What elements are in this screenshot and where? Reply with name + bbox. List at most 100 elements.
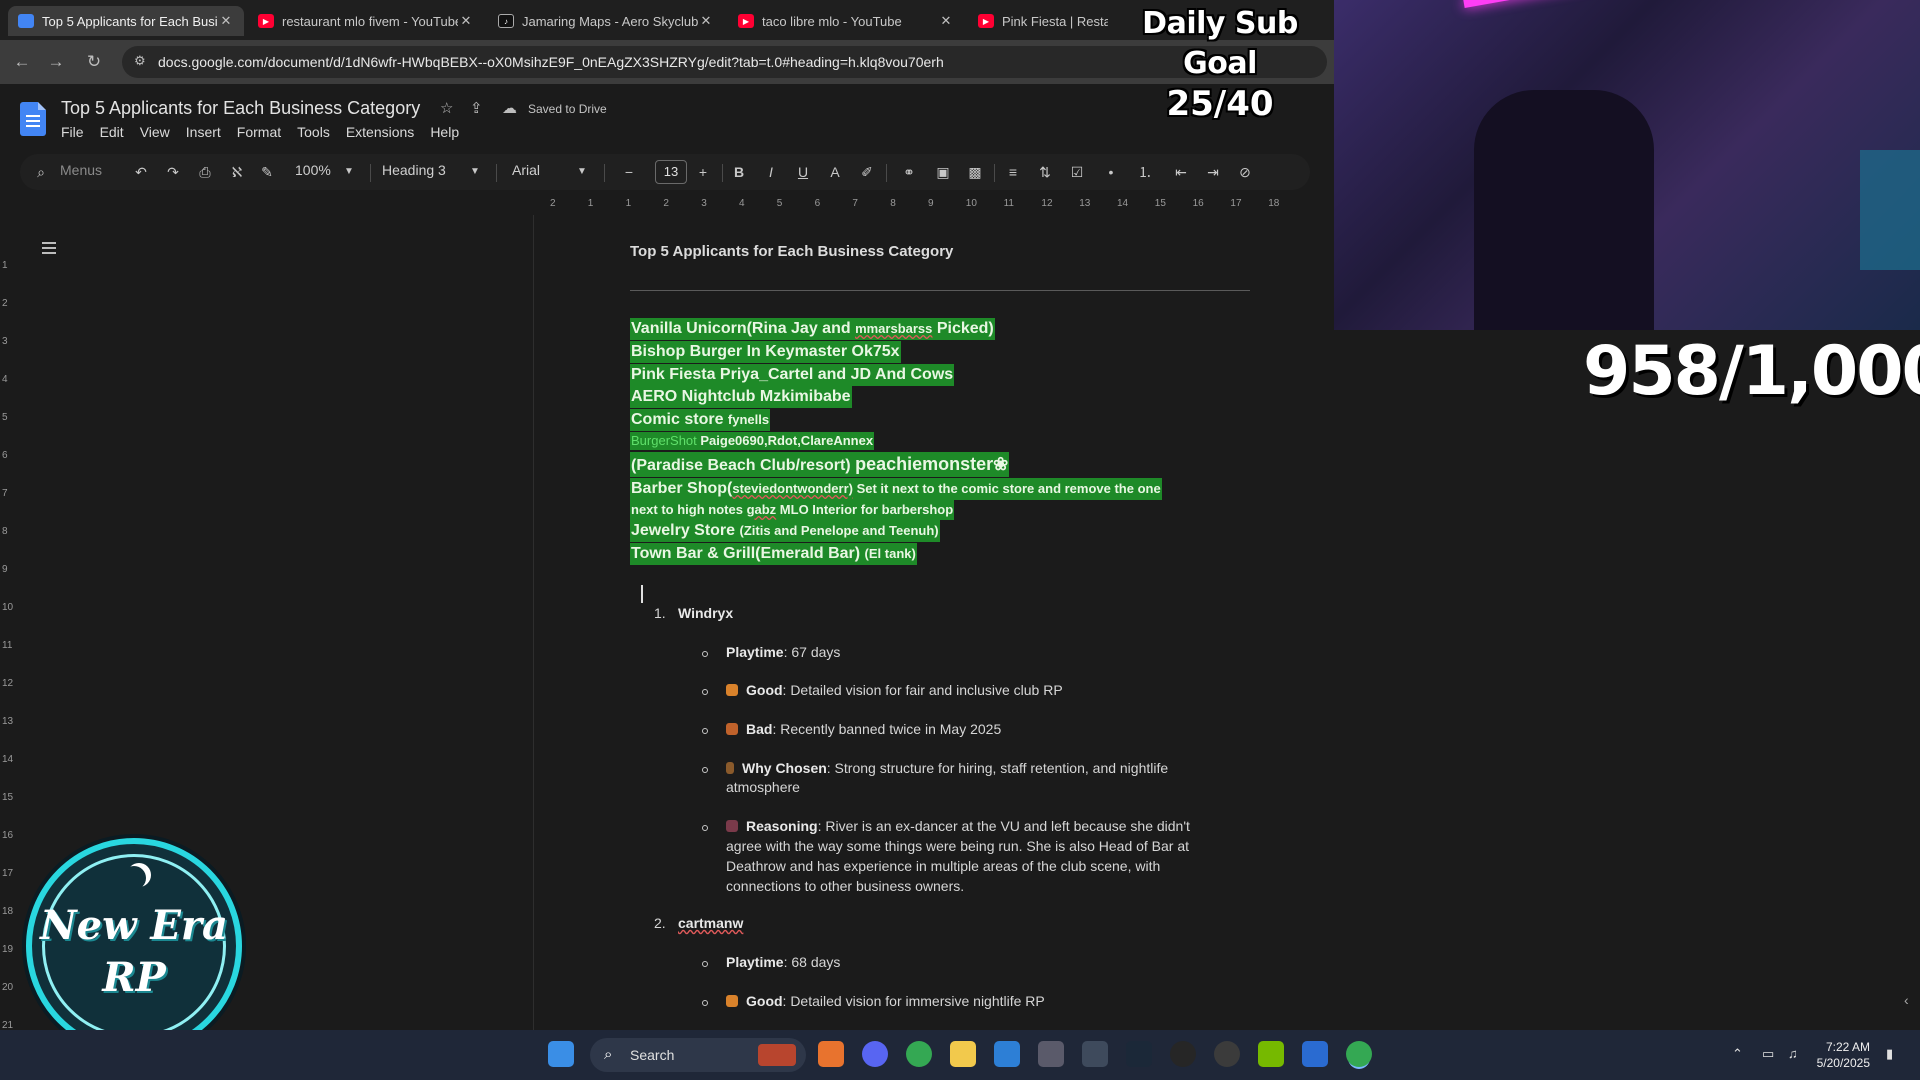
underline-icon[interactable]: U: [794, 163, 812, 181]
steam-icon[interactable]: [1126, 1041, 1152, 1067]
ruler-number: 8: [2, 526, 8, 537]
comment-icon[interactable]: ▣: [934, 163, 952, 181]
chevron-left-icon[interactable]: ‹: [1904, 992, 1909, 1008]
star-icon[interactable]: ☆: [440, 99, 453, 117]
list-item: Playtime: 67 days: [726, 644, 841, 660]
italic-icon[interactable]: I: [762, 163, 780, 181]
decrease-font-size-icon[interactable]: −: [620, 163, 638, 181]
highlight-icon[interactable]: ✐: [858, 163, 876, 181]
decrease-indent-icon[interactable]: ⇤: [1172, 163, 1190, 181]
tab-aero-skyclub[interactable]: ♪ Jamaring Maps - Aero Skyclub ✕: [488, 6, 724, 36]
undo-icon[interactable]: ↶: [132, 163, 150, 181]
menu-edit[interactable]: Edit: [100, 124, 124, 140]
reload-icon[interactable]: ↻: [82, 50, 106, 74]
google-docs-icon: [18, 14, 34, 28]
list-number: 1.: [654, 605, 666, 621]
chevron-down-icon[interactable]: ▼: [340, 163, 358, 181]
ruler-number: 9: [2, 564, 8, 575]
volume-icon[interactable]: ♫: [1788, 1046, 1798, 1061]
clear-formatting-icon[interactable]: ⊘: [1236, 163, 1254, 181]
horizontal-rule: [630, 290, 1250, 291]
app-icon[interactable]: [1302, 1041, 1328, 1067]
app-icon[interactable]: [818, 1041, 844, 1067]
discord-icon[interactable]: [862, 1041, 888, 1067]
notification-icon[interactable]: ▮: [1886, 1046, 1893, 1062]
app-icon[interactable]: [1038, 1041, 1064, 1067]
site-info-icon[interactable]: ⚙: [134, 53, 146, 69]
tab-youtube-taco[interactable]: ▶ taco libre mlo - YouTube ✕: [728, 6, 964, 36]
font-select[interactable]: Arial: [512, 162, 540, 178]
bulleted-list-icon[interactable]: •: [1102, 163, 1120, 181]
highlight-line: Jewelry Store (Zitis and Penelope and Te…: [630, 520, 940, 542]
paint-format-icon[interactable]: ✎: [258, 163, 276, 181]
image-icon[interactable]: ▩: [966, 163, 984, 181]
search-icon[interactable]: ⌕: [32, 163, 50, 181]
menu-format[interactable]: Format: [237, 124, 281, 140]
close-icon[interactable]: ✕: [458, 13, 474, 29]
document-page[interactable]: Top 5 Applicants for Each Business Categ…: [533, 215, 1349, 1030]
chrome-icon[interactable]: [1346, 1041, 1372, 1067]
ruler-number: 6: [2, 450, 8, 461]
line-spacing-icon[interactable]: ⇅: [1036, 163, 1054, 181]
chevron-down-icon[interactable]: ▼: [573, 163, 591, 181]
menu-file[interactable]: File: [61, 124, 84, 140]
font-size-input[interactable]: 13: [655, 160, 687, 184]
tab-pink-fiesta[interactable]: ▶ Pink Fiesta | Restaurant: [968, 6, 1118, 36]
print-icon[interactable]: ⎙: [196, 163, 214, 181]
ruler-number: 16: [1192, 198, 1204, 209]
close-icon[interactable]: ✕: [938, 13, 954, 29]
bullet: [702, 651, 708, 657]
horizontal-ruler[interactable]: 2 1 1 2 3 4 5 6 7 8 9 10 11 12 13 14 15 16 17 18: [533, 197, 1323, 213]
chevron-up-icon[interactable]: ⌃: [1732, 1046, 1743, 1062]
forward-arrow-icon[interactable]: →: [44, 50, 68, 74]
store-icon[interactable]: [994, 1041, 1020, 1067]
network-icon[interactable]: ▭: [1762, 1046, 1774, 1062]
app-icon[interactable]: [1082, 1041, 1108, 1067]
chevron-down-icon[interactable]: ▼: [466, 163, 484, 181]
ruler-number: 7: [852, 198, 858, 209]
spellcheck-icon[interactable]: ℵ: [228, 163, 246, 181]
back-arrow-icon[interactable]: ←: [10, 50, 34, 74]
sub-goal-overlay: Daily Sub Goal 25/40: [1110, 4, 1330, 124]
increase-font-size-icon[interactable]: +: [694, 163, 712, 181]
close-icon[interactable]: ✕: [698, 13, 714, 29]
tab-google-doc[interactable]: Top 5 Applicants for Each Busin ✕: [8, 6, 244, 36]
checklist-icon[interactable]: ☑: [1068, 163, 1086, 181]
bold-icon[interactable]: B: [730, 163, 748, 181]
youtube-icon: ▶: [258, 14, 274, 28]
numbered-list-icon[interactable]: ⒈: [1136, 163, 1154, 181]
nvidia-icon[interactable]: [1258, 1041, 1284, 1067]
list-item-continued: agree with the way some things were bein…: [726, 838, 1190, 854]
style-select[interactable]: Heading 3: [382, 162, 446, 178]
redo-icon[interactable]: ↷: [164, 163, 182, 181]
menu-view[interactable]: View: [140, 124, 170, 140]
tab-youtube-restaurant[interactable]: ▶ restaurant mlo fivem - YouTube ✕: [248, 6, 484, 36]
taskbar-search[interactable]: ⌕ Search: [590, 1038, 806, 1072]
app-icon[interactable]: [1170, 1041, 1196, 1067]
applicant-name: Windryx: [678, 605, 734, 621]
increase-indent-icon[interactable]: ⇥: [1204, 163, 1222, 181]
google-docs-logo-icon[interactable]: [20, 102, 46, 136]
settings-icon[interactable]: [1214, 1041, 1240, 1067]
text-color-icon[interactable]: A: [826, 163, 844, 181]
windows-start-icon[interactable]: [548, 1041, 574, 1067]
tab-label: taco libre mlo - YouTube: [762, 13, 902, 29]
move-icon[interactable]: ⇪: [470, 99, 483, 117]
document-outline-icon[interactable]: [40, 240, 60, 256]
align-icon[interactable]: ≡: [1004, 163, 1022, 181]
system-clock[interactable]: 7:22 AM 5/20/2025: [1810, 1039, 1870, 1071]
ruler-number: 18: [2, 906, 14, 917]
link-icon[interactable]: ⚭: [900, 163, 918, 181]
zoom-select[interactable]: 100%: [295, 162, 331, 178]
menu-extensions[interactable]: Extensions: [346, 124, 414, 140]
divider: [994, 164, 995, 182]
document-title[interactable]: Top 5 Applicants for Each Business Categ…: [61, 98, 420, 119]
file-explorer-icon[interactable]: [950, 1041, 976, 1067]
menu-insert[interactable]: Insert: [186, 124, 221, 140]
close-icon[interactable]: ✕: [218, 13, 234, 29]
sub-goal-title: Daily Sub Goal: [1142, 6, 1298, 81]
chrome-icon[interactable]: [906, 1041, 932, 1067]
menu-help[interactable]: Help: [430, 124, 459, 140]
menus-search[interactable]: Menus: [60, 162, 102, 178]
menu-tools[interactable]: Tools: [297, 124, 330, 140]
